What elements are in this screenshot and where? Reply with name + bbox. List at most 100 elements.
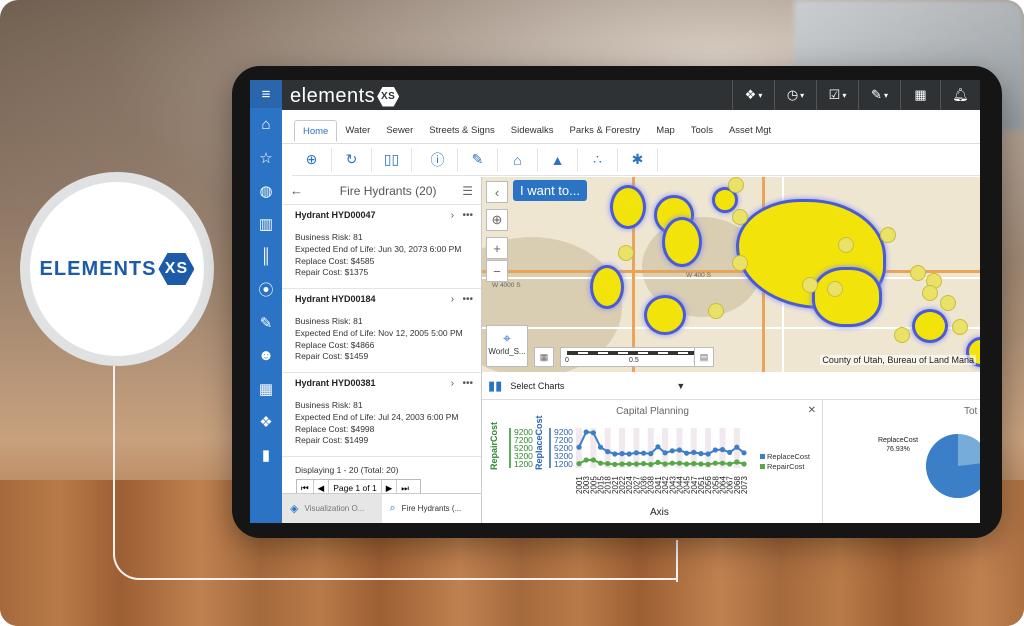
collapse-panel-button[interactable]: ‹ [486,181,508,203]
hydrant-marker[interactable] [940,295,956,311]
back-arrow-icon[interactable]: ← [290,183,314,198]
tab-sewer[interactable]: Sewer [378,120,421,142]
hydrant-marker[interactable] [827,281,843,297]
nav-favorites[interactable]: ☆ [250,141,282,174]
tab-home[interactable]: Home [294,120,338,142]
overview-tool[interactable]: ▤ [694,347,714,367]
pie-label: ReplaceCost 76.93% [878,436,918,454]
hydrant-marker[interactable] [922,285,938,301]
cubes-icon: ❖ [744,87,757,102]
nav-barcode[interactable]: ║ [250,240,282,273]
home-icon: ⌂ [261,116,271,133]
nav-calendar[interactable]: ▦ [250,372,282,405]
chevron-down-icon[interactable]: ▼ [676,381,685,391]
nav-home[interactable]: ⌂ [250,108,282,141]
hydrant-marker[interactable] [910,265,926,281]
calendar-button[interactable]: ▦ [900,80,940,110]
hydrant-marker[interactable] [618,245,634,261]
hydrant-marker[interactable] [708,303,724,319]
data-point [633,450,639,456]
pie-series-name: ReplaceCost [878,437,919,444]
tab-asset-mgt[interactable]: Asset Mgt [721,120,779,142]
refresh-button[interactable]: ↻ [332,147,372,172]
list-item[interactable]: Hydrant HYD00381 › ••• Business Risk: 81… [282,373,481,457]
nav-reports[interactable]: ▮ [250,438,282,471]
chevron-right-icon[interactable]: › [451,294,454,305]
menu-button[interactable]: ≡ [250,80,282,108]
record-actions: › ••• [451,378,473,389]
zoom-in-button[interactable]: + [486,237,508,259]
panel-bottom-tabs: ◈ Visualization O... ⌕ Fire Hydrants (... [282,493,481,523]
locate-button[interactable]: ⊕ [486,209,508,231]
data-point [734,444,740,450]
tab-parks-forestry[interactable]: Parks & Forestry [562,120,649,142]
hydrant-marker[interactable] [880,227,896,243]
measure-tool[interactable]: ▦ [534,347,554,367]
info-button[interactable]: ⓘ [418,147,458,172]
basemap-switcher[interactable]: ⌖ World_S... [486,325,528,367]
edit-button[interactable]: ✎ [458,147,498,172]
legend-swatch [760,464,765,469]
chevron-right-icon[interactable]: › [451,378,454,389]
record-actions: › ••• [451,210,473,221]
tab-visualization[interactable]: ◈ Visualization O... [282,494,382,523]
more-icon[interactable]: ••• [462,294,473,305]
hydrant-marker[interactable] [802,277,818,293]
hydrant-marker[interactable] [952,319,968,335]
panel-header: ← Fire Hydrants (20) ☰ [282,177,481,205]
list-menu-icon[interactable]: ☰ [462,184,473,198]
nav-tools[interactable]: ✎ [250,306,282,339]
minus-icon: − [493,263,501,279]
nav-buildings[interactable]: ▥ [250,207,282,240]
data-point [662,461,668,467]
tools-button[interactable]: ✱ [618,147,658,172]
chevron-right-icon[interactable]: › [451,210,454,221]
data-point [583,429,589,435]
plus-icon: + [493,240,501,256]
road-major [482,270,980,273]
total-pie-chart: Tot ReplaceCost 76.93% [824,400,980,523]
wrench-menu-button[interactable]: ✎ ▾ [858,80,900,110]
book-button[interactable]: ▯▯ [372,147,412,172]
zoom-out-button[interactable]: − [486,260,508,282]
nav-assets[interactable]: ❖ [250,405,282,438]
nav-users[interactable]: ☻ [250,339,282,372]
book-icon: ▯▯ [383,151,400,167]
bar-chart-icon: ▮ [261,446,271,464]
select-charts-bar[interactable]: ▮▮ Select Charts ▼ [482,372,980,400]
tab-fire-hydrants[interactable]: ⌕ Fire Hydrants (... [381,494,481,523]
cubes-menu-button[interactable]: ❖ ▾ [732,80,774,110]
chart-plot: 9200 92007200 72005200 52003200 32001200 1200… [489,415,811,518]
add-button[interactable]: ⊕ [292,147,332,172]
network-button[interactable]: ∴ [578,147,618,172]
hydrant-marker[interactable] [732,255,748,271]
home-tool-button[interactable]: ⌂ [498,147,538,172]
y-tick-label-left: 1200 [514,459,533,469]
bell-button[interactable]: 🔔︎ [940,80,980,110]
nav-globe[interactable]: ◍ [250,174,282,207]
list-item[interactable]: Hydrant HYD00184 › ••• Business Risk: 81… [282,289,481,373]
i-want-to-button[interactable]: I want to... [513,180,587,201]
tab-water[interactable]: Water [337,120,378,142]
data-point [619,451,625,457]
calendar-icon: ▦ [258,380,274,398]
clock-menu-button[interactable]: ◷ ▾ [774,80,816,110]
nav-location[interactable]: ⦿ [250,273,282,306]
hydrant-marker[interactable] [894,327,910,343]
data-point [712,447,718,453]
warning-button[interactable]: ▲ [538,147,578,172]
tab-tools[interactable]: Tools [683,120,721,142]
tab-streets-signs[interactable]: Streets & Signs [421,120,502,142]
list-item[interactable]: Hydrant HYD00047 › ••• Business Risk: 81… [282,205,481,289]
tab-map[interactable]: Map [648,120,682,142]
checklist-menu-button[interactable]: ☑ ▾ [816,80,858,110]
tab-sidewalks[interactable]: Sidewalks [503,120,562,142]
data-point [612,451,618,457]
more-icon[interactable]: ••• [462,378,473,389]
hydrant-marker[interactable] [728,177,744,193]
data-point [719,460,726,466]
hydrant-marker[interactable] [838,237,854,253]
map-view[interactable]: W 4000 S W 400 S ‹ ⊕ + − I want to... ⌖ … [482,177,980,372]
more-icon[interactable]: ••• [462,210,473,221]
hydrant-marker[interactable] [732,209,748,225]
